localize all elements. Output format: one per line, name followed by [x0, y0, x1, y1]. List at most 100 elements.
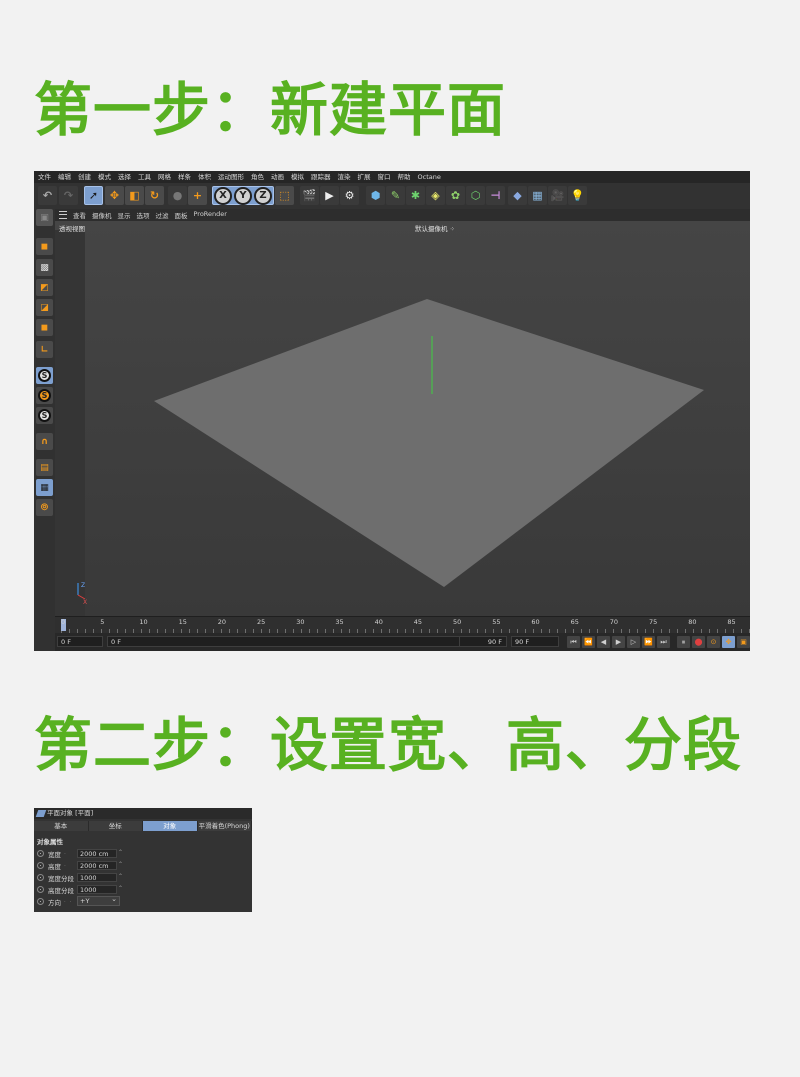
viewport-menu-item-1[interactable]: 摄像机 — [92, 210, 112, 220]
render-settings-icon[interactable]: ⚙ — [340, 186, 359, 205]
end-frame-field[interactable]: 90 F — [459, 636, 507, 647]
menu-item-7[interactable]: 样条 — [178, 171, 191, 183]
property-value-field[interactable]: 1000 — [77, 873, 117, 882]
move-tool-icon[interactable]: ✥ — [105, 186, 124, 205]
camera-icon[interactable]: 🎥 — [548, 186, 567, 205]
attributes-tab-1[interactable]: 坐标 — [88, 821, 143, 831]
render-picture-viewer-icon[interactable]: ▶ — [320, 186, 339, 205]
viewport-menu-item-2[interactable]: 显示 — [118, 210, 131, 220]
coordinate-system-icon[interactable]: ⬚ — [275, 186, 294, 205]
start-frame-field[interactable]: 0 F — [107, 636, 487, 647]
property-value-field[interactable]: 1000 — [77, 885, 117, 894]
previous-frame-icon[interactable]: ◀ — [597, 636, 610, 648]
viewport-menu-item-6[interactable]: ProRender — [194, 210, 227, 220]
menu-item-15[interactable]: 扩展 — [358, 171, 371, 183]
lock-workplane-icon[interactable]: ▦ — [36, 479, 53, 496]
menu-item-17[interactable]: 帮助 — [398, 171, 411, 183]
next-frame-icon[interactable]: ▷ — [627, 636, 640, 648]
array-icon[interactable]: ◈ — [426, 186, 445, 205]
y-axis-button[interactable]: Y — [234, 186, 252, 205]
animate-dot-icon[interactable] — [37, 886, 44, 893]
deformer-icon[interactable]: ⊣ — [486, 186, 505, 205]
spinner-icon[interactable]: ⌃ — [118, 849, 123, 856]
attributes-tab-2[interactable]: 对象 — [143, 821, 198, 831]
menu-item-10[interactable]: 角色 — [251, 171, 264, 183]
perspective-viewport[interactable]: 透视视图 默认摄像机 ⁘ Z X — [55, 221, 750, 616]
property-value-field[interactable]: 2000 cm — [77, 849, 117, 858]
menu-item-4[interactable]: 选择 — [118, 171, 131, 183]
menu-item-9[interactable]: 运动图形 — [218, 171, 244, 183]
edges-mode-icon[interactable]: ◪ — [36, 299, 53, 316]
menu-item-11[interactable]: 动画 — [271, 171, 284, 183]
menu-item-16[interactable]: 窗口 — [378, 171, 391, 183]
select-tool-icon[interactable]: ➚ — [84, 186, 103, 205]
auto-keying-icon[interactable]: ⬤ — [692, 636, 705, 648]
viewport-menu-item-0[interactable]: 查看 — [73, 210, 86, 220]
menu-item-13[interactable]: 跟踪器 — [311, 171, 331, 183]
floor-icon[interactable]: ▦ — [528, 186, 547, 205]
plane-object[interactable] — [154, 299, 704, 587]
spinner-icon[interactable]: ⌃ — [118, 873, 123, 880]
tag-icon[interactable]: ◆ — [508, 186, 527, 205]
spinner-icon[interactable]: ⌃ — [118, 885, 123, 892]
menu-item-3[interactable]: 模式 — [98, 171, 111, 183]
subdivision-icon[interactable]: ✱ — [406, 186, 425, 205]
menu-item-5[interactable]: 工具 — [138, 171, 151, 183]
menu-item-14[interactable]: 渲染 — [338, 171, 351, 183]
cloner-icon[interactable]: ⬡ — [466, 186, 485, 205]
attributes-tab-0[interactable]: 基本 — [34, 821, 89, 831]
snap-settings-icon[interactable]: S — [36, 387, 53, 404]
animate-dot-icon[interactable] — [37, 862, 44, 869]
record-keys-icon[interactable]: ⏸ — [677, 636, 690, 648]
menu-item-12[interactable]: 模拟 — [291, 171, 304, 183]
model-mode-icon[interactable]: ◼ — [36, 238, 53, 255]
menu-item-8[interactable]: 体积 — [198, 171, 211, 183]
animate-dot-icon[interactable] — [37, 898, 44, 905]
viewport-menu-item-4[interactable]: 过滤 — [156, 210, 169, 220]
add-tool-icon[interactable]: + — [188, 186, 207, 205]
z-axis-button[interactable]: Z — [254, 186, 272, 205]
make-editable-icon[interactable]: ▣ — [36, 209, 53, 226]
position-key-icon[interactable]: ✥ — [722, 636, 735, 648]
workplane-icon[interactable]: ▤ — [36, 459, 53, 476]
generator-icon[interactable]: ✿ — [446, 186, 465, 205]
scale-tool-icon[interactable]: ◧ — [125, 186, 144, 205]
points-mode-icon[interactable]: ◩ — [36, 279, 53, 296]
planar-workplane-icon[interactable]: ⦾ — [36, 499, 53, 516]
menu-item-0[interactable]: 文件 — [38, 171, 51, 183]
timeline-ruler[interactable]: 0 5 10 15 20 25 30 35 40 45 50 55 60 65 70 75 80 85 — [55, 616, 750, 634]
light-icon[interactable]: 💡 — [568, 186, 587, 205]
previous-key-icon[interactable]: ⏪ — [582, 636, 595, 648]
menu-item-2[interactable]: 创建 — [78, 171, 91, 183]
texture-mode-icon[interactable]: ▩ — [36, 259, 53, 276]
attributes-tab-3[interactable]: 平滑着色(Phong) — [197, 821, 252, 831]
property-value-field[interactable]: 2000 cm — [77, 861, 117, 870]
menu-item-6[interactable]: 网格 — [158, 171, 171, 183]
pen-icon[interactable]: ✎ — [386, 186, 405, 205]
snap-icon[interactable]: S — [36, 367, 53, 384]
redo-icon[interactable]: ↷ — [59, 186, 78, 205]
direction-select[interactable]: +Y — [77, 895, 120, 906]
scale-key-icon[interactable]: ▣ — [737, 636, 750, 648]
spinner-icon[interactable]: ⌃ — [118, 861, 123, 868]
x-axis-button[interactable]: X — [214, 186, 232, 205]
quantize-icon[interactable]: S — [36, 407, 53, 424]
cube-icon[interactable]: ⬢ — [366, 186, 385, 205]
viewport-menu-icon[interactable] — [59, 211, 67, 219]
axis-mode-icon[interactable]: ∟ — [36, 341, 53, 358]
render-view-icon[interactable]: 🎬 — [300, 186, 319, 205]
play-icon[interactable]: ▶ — [612, 636, 625, 648]
go-to-start-icon[interactable]: ⏮ — [567, 636, 580, 648]
animate-dot-icon[interactable] — [37, 874, 44, 881]
last-tool-icon[interactable]: ● — [168, 186, 187, 205]
go-to-end-icon[interactable]: ⏭ — [657, 636, 670, 648]
animate-dot-icon[interactable] — [37, 850, 44, 857]
menu-item-18[interactable]: Octane — [418, 171, 441, 183]
menu-item-1[interactable]: 编辑 — [58, 171, 71, 183]
magnet-icon[interactable]: ∩ — [36, 433, 53, 450]
next-key-icon[interactable]: ⏩ — [642, 636, 655, 648]
polygons-mode-icon[interactable]: ◼ — [36, 319, 53, 336]
viewport-menu-item-3[interactable]: 选项 — [137, 210, 150, 220]
keyframe-selection-icon[interactable]: ⊙ — [707, 636, 720, 648]
preview-end-field[interactable]: 90 F — [511, 636, 559, 647]
